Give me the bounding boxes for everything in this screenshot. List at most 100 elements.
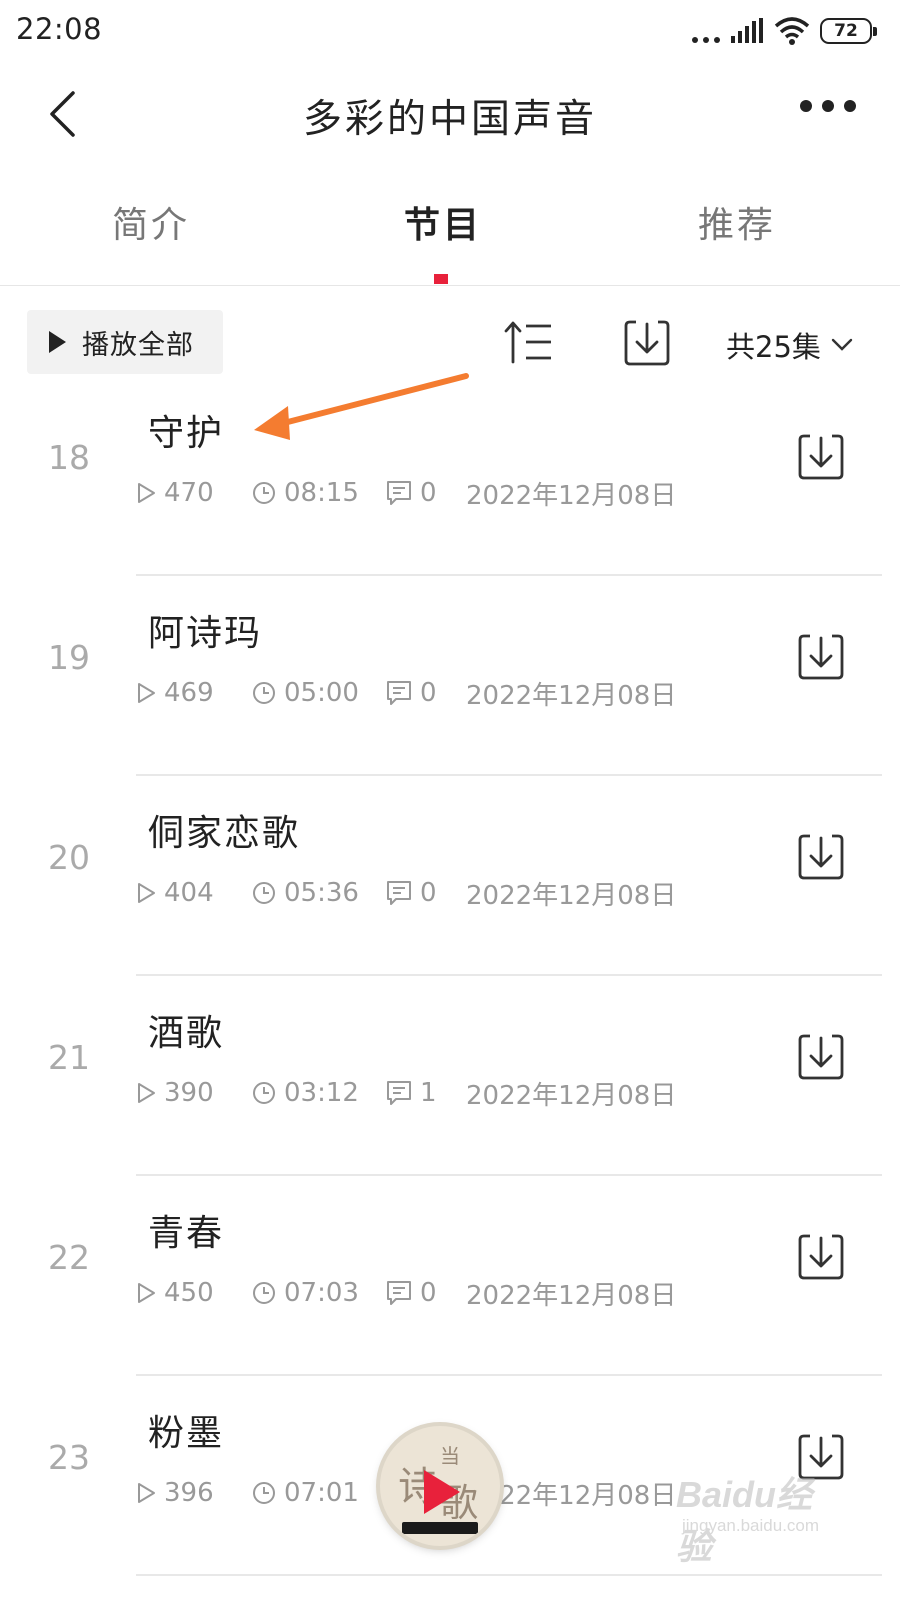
play-count-value: 469 <box>164 678 214 708</box>
clock-icon <box>253 1482 275 1504</box>
download-icon <box>798 434 844 480</box>
episode-title: 侗家恋歌 <box>148 813 301 854</box>
comment-icon <box>387 881 411 905</box>
tab-bar: 简介 节目 推荐 <box>0 176 900 286</box>
tab-intro[interactable]: 简介 <box>112 196 190 248</box>
download-icon <box>798 634 844 680</box>
page-title: 多彩的中国声音 <box>302 97 597 142</box>
tab-episodes[interactable]: 节目 <box>404 196 482 248</box>
episode-title: 粉墨 <box>148 1413 225 1454</box>
duration-value: 05:00 <box>284 678 359 708</box>
comment-count-value: 1 <box>420 1078 437 1108</box>
comment-count-value: 0 <box>420 1278 437 1308</box>
duration-value: 03:12 <box>284 1078 359 1108</box>
episode-row[interactable]: 18 守护 470 08:15 0 2022年12月08日 <box>0 376 900 576</box>
play-count: 396 <box>136 1478 252 1508</box>
sort-order-icon <box>504 321 551 364</box>
comment-count: 0 <box>386 1278 466 1308</box>
battery-indicator: 72 <box>820 18 877 44</box>
download-icon <box>624 320 670 366</box>
download-icon <box>798 1034 844 1080</box>
episode-download-button[interactable] <box>796 432 846 482</box>
cellular-signal-icon <box>731 18 763 43</box>
comment-icon <box>387 681 411 705</box>
publish-date: 2022年12月08日 <box>466 1280 677 1311</box>
episode-row[interactable]: 21 酒歌 390 03:12 1 2022年12月08日 <box>0 976 900 1176</box>
play-count-value: 470 <box>164 478 214 508</box>
comment-icon <box>387 1281 411 1305</box>
episode-title: 青春 <box>148 1213 225 1254</box>
comment-icon <box>387 1081 411 1105</box>
cover-logo <box>402 1522 478 1534</box>
episode-download-button[interactable] <box>796 1232 846 1282</box>
duration: 07:03 <box>252 1278 386 1308</box>
episode-meta: 469 05:00 0 2022年12月08日 <box>136 676 676 711</box>
clock-icon <box>253 1082 275 1104</box>
play-count: 390 <box>136 1078 252 1108</box>
more-options-button[interactable] <box>800 100 856 112</box>
download-all-button[interactable] <box>622 318 672 368</box>
duration-value: 08:15 <box>284 478 359 508</box>
episode-title: 守护 <box>148 413 225 454</box>
play-all-label: 播放全部 <box>82 329 194 361</box>
comment-count-value: 0 <box>420 878 437 908</box>
comment-count: 0 <box>386 478 466 508</box>
play-count-value: 404 <box>164 878 214 908</box>
status-time: 22:08 <box>16 12 103 46</box>
episode-number: 23 <box>48 1438 90 1477</box>
duration-value: 07:03 <box>284 1278 359 1308</box>
play-count: 470 <box>136 478 252 508</box>
clock-icon <box>253 882 275 904</box>
play-outline-icon <box>138 1483 155 1503</box>
duration: 03:12 <box>252 1078 386 1108</box>
comment-count: 0 <box>386 878 466 908</box>
episode-row[interactable]: 20 侗家恋歌 404 05:36 0 2022年12月08日 <box>0 776 900 976</box>
episode-meta: 470 08:15 0 2022年12月08日 <box>136 476 677 511</box>
episode-list: 18 守护 470 08:15 0 2022年12月08日 19 阿诗玛 469… <box>0 376 900 1576</box>
episode-row[interactable]: 19 阿诗玛 469 05:00 0 2022年12月08日 <box>0 576 900 776</box>
duration-value: 05:36 <box>284 878 359 908</box>
download-icon <box>798 1434 844 1480</box>
clock-icon <box>253 1282 275 1304</box>
header-bar: 多彩的中国声音 <box>0 62 900 166</box>
tab-recommend[interactable]: 推荐 <box>698 196 776 248</box>
duration: 05:00 <box>252 678 386 708</box>
episode-download-button[interactable] <box>796 832 846 882</box>
episode-download-button[interactable] <box>796 1032 846 1082</box>
play-icon <box>424 1470 460 1514</box>
mini-player-button[interactable]: 当 诗 歌 <box>380 1426 500 1546</box>
episode-meta: 450 07:03 0 2022年12月08日 <box>136 1276 677 1311</box>
episode-download-button[interactable] <box>796 1432 846 1482</box>
comment-icon <box>387 481 411 505</box>
episode-number: 20 <box>48 838 90 877</box>
play-count: 450 <box>136 1278 252 1308</box>
play-count-value: 390 <box>164 1078 214 1108</box>
episode-count-dropdown[interactable]: 共25集 <box>726 324 853 366</box>
status-bar: 22:08 72 <box>0 0 900 62</box>
play-count: 469 <box>136 678 252 708</box>
duration: 05:36 <box>252 878 386 908</box>
play-outline-icon <box>138 483 155 503</box>
status-icons: 72 <box>692 14 877 48</box>
episode-number: 19 <box>48 638 90 677</box>
episode-meta: 390 03:12 1 2022年12月08日 <box>136 1076 677 1111</box>
list-toolbar: 播放全部 共25集 <box>0 308 900 376</box>
episode-title: 酒歌 <box>148 1013 225 1054</box>
play-all-button[interactable]: 播放全部 <box>27 310 223 374</box>
comment-count-value: 0 <box>420 478 437 508</box>
row-divider <box>136 1574 882 1576</box>
wifi-icon <box>774 17 810 45</box>
publish-date: 2022年12月08日 <box>466 480 677 511</box>
sort-button[interactable] <box>504 318 554 366</box>
play-count-value: 396 <box>164 1478 214 1508</box>
episode-row[interactable]: 22 青春 450 07:03 0 2022年12月08日 <box>0 1176 900 1376</box>
episode-number: 18 <box>48 438 90 477</box>
play-outline-icon <box>138 883 155 903</box>
duration: 08:15 <box>252 478 386 508</box>
publish-date: 2022年12月08日 <box>466 1080 677 1111</box>
clock-icon <box>253 482 275 504</box>
episode-download-button[interactable] <box>796 632 846 682</box>
comment-count: 1 <box>386 1078 466 1108</box>
download-icon <box>798 1234 844 1280</box>
more-notifications-icon <box>692 19 720 43</box>
